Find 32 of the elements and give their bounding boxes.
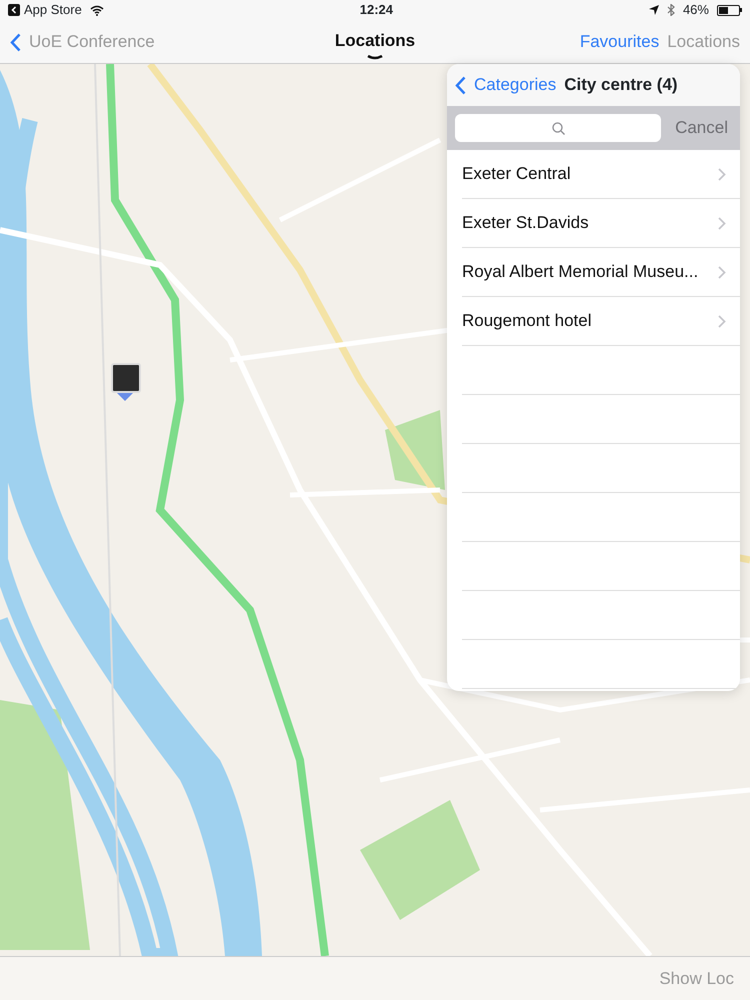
status-time: 12:24 (360, 1, 394, 20)
item-label: Royal Albert Memorial Museu... (462, 261, 698, 284)
wifi-icon (90, 4, 104, 16)
back-button[interactable]: UoE Conference (10, 29, 155, 55)
list-item[interactable]: Rougemont hotel (462, 297, 740, 346)
back-chevron-icon (10, 32, 21, 52)
item-label: Exeter Central (462, 163, 571, 186)
item-label: Rougemont hotel (462, 310, 592, 332)
bluetooth-icon (666, 4, 675, 16)
popover-title: City centre (4) (564, 74, 678, 96)
chevron-down-icon (367, 55, 383, 60)
list-item[interactable]: Royal Albert Memorial Museu... (462, 248, 740, 297)
list-item[interactable]: Exeter St.Davids (462, 199, 740, 248)
nav-tab[interactable]: Locations (667, 29, 740, 55)
search-icon (552, 122, 564, 134)
item-label: Exeter St.Davids (462, 212, 589, 234)
back-chevron-icon (455, 76, 466, 94)
back-app-link[interactable]: App Store (24, 0, 82, 20)
search-field[interactable] (455, 114, 661, 142)
list-item[interactable]: Exeter Central (462, 150, 740, 199)
chevron-right-icon (718, 314, 726, 328)
location-arrow-icon (648, 5, 659, 15)
map-pin-icon[interactable] (111, 363, 143, 401)
chevron-right-icon (718, 168, 726, 180)
chevron-right-icon (718, 216, 726, 230)
battery-icon (716, 4, 742, 16)
back-app-icon[interactable] (8, 4, 20, 16)
chevron-right-icon (718, 266, 726, 278)
nav-title: Locations (334, 30, 416, 52)
back-button[interactable]: Categories (455, 72, 556, 98)
battery-percent: 46% (682, 1, 709, 20)
nav-tab[interactable]: Favourites (580, 29, 660, 55)
